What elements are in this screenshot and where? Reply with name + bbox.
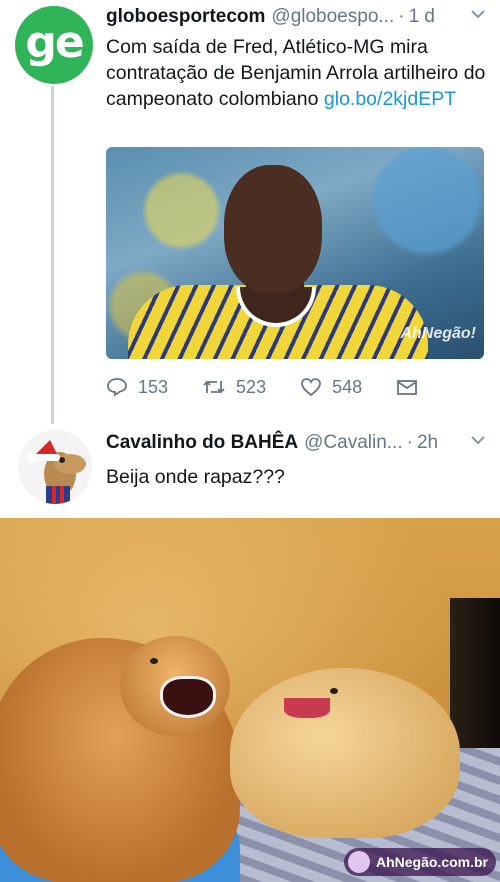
handle[interactable]: @Cavalin... <box>304 432 403 454</box>
photo-player-head <box>224 165 322 293</box>
separator: · <box>406 432 413 453</box>
chevron-down-icon[interactable] <box>470 432 486 448</box>
like-count: 548 <box>332 376 363 397</box>
horse-mascot-icon <box>18 430 92 504</box>
smiling-dog-eye <box>330 688 338 694</box>
timestamp[interactable]: 2h <box>417 432 438 454</box>
smiling-dog <box>230 668 460 838</box>
photo-watermark: AhNegão! <box>400 325 476 342</box>
tweet-header: Cavalinho do BAHÊA @Cavalin... · 2h <box>106 432 486 456</box>
smiling-dog-mouth <box>284 698 330 718</box>
reply-icon <box>107 378 127 397</box>
handle[interactable]: @globoespo... <box>271 6 394 28</box>
watermark-logo <box>347 851 370 873</box>
like-button[interactable]: 548 <box>300 377 362 398</box>
tweet-text: Beija onde rapaz??? <box>106 466 285 488</box>
timestamp[interactable]: 1 d <box>409 6 435 28</box>
reply-count: 153 <box>138 376 169 397</box>
separator: · <box>398 6 405 27</box>
tweet-photo[interactable]: AhNegão! <box>106 147 484 359</box>
retweet-button[interactable]: 523 <box>202 377 266 398</box>
tweet-actions: 153 523 548 <box>106 372 436 402</box>
laughing-dog-mouth <box>160 676 216 718</box>
site-watermark: AhNegão.com.br <box>343 848 496 876</box>
chevron-down-icon[interactable] <box>470 6 486 22</box>
retweet-count: 523 <box>236 376 267 397</box>
avatar-logo-text: ge <box>25 16 84 68</box>
retweet-icon <box>203 380 225 394</box>
tweet-text: Com saída de Fred, Atlético-MG mira cont… <box>106 34 486 112</box>
thread-line <box>51 86 54 424</box>
tweet-header: globoesportecom @globoespo... · 1 d <box>106 6 486 30</box>
display-name[interactable]: globoesportecom <box>106 6 265 28</box>
envelope-icon <box>397 380 418 395</box>
reply-button[interactable]: 153 <box>106 377 168 398</box>
avatar[interactable]: ge <box>15 6 93 84</box>
laughing-dog-eye <box>150 658 158 664</box>
dm-button[interactable] <box>396 378 428 396</box>
tweet-link[interactable]: glo.bo/2kjdEPT <box>324 88 456 110</box>
display-name[interactable]: Cavalinho do BAHÊA <box>106 432 298 454</box>
meme-photo <box>0 518 500 882</box>
avatar[interactable] <box>18 430 92 504</box>
tweet-globoesporte[interactable]: ge globoesportecom @globoespo... · 1 d C… <box>0 0 500 424</box>
tweet-cavalinho[interactable]: Cavalinho do BAHÊA @Cavalin... · 2h Beij… <box>0 420 500 518</box>
heart-icon <box>301 378 321 397</box>
watermark-text: AhNegão.com.br <box>375 854 488 870</box>
